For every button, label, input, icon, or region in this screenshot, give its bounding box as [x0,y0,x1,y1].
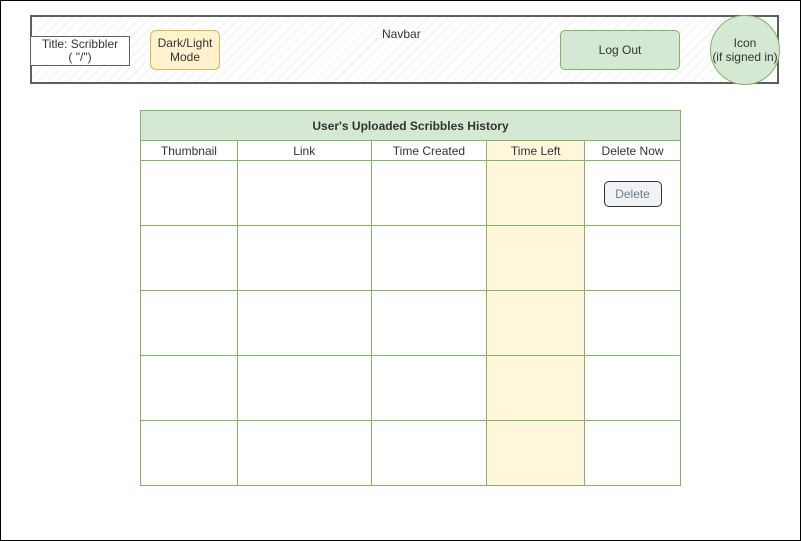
time-left-cell [486,290,586,356]
time-left-cell [486,420,586,486]
time-created-cell [370,160,488,226]
delete-now-cell [584,290,681,356]
column-header-delete-now: Delete Now [584,140,681,161]
site-title-route: ( "/") [68,50,92,64]
logout-button-label: Log Out [598,43,642,57]
theme-toggle-label-line1: Dark/Light [157,36,213,50]
table-row: Delete [140,160,681,226]
history-header-row: Thumbnail Link Time Created Time Left De… [140,140,681,161]
time-left-cell [486,225,586,291]
avatar-label-line2: (if signed in) [712,50,778,64]
thumbnail-cell [140,355,238,421]
delete-now-cell [584,225,681,291]
table-row [140,290,681,356]
table-row [140,420,681,486]
navbar-label: Navbar [382,27,421,41]
column-header-time-left: Time Left [486,140,586,161]
delete-now-cell [584,420,681,486]
table-row [140,225,681,291]
avatar-label-line1: Icon [733,36,757,50]
link-cell [236,420,372,486]
delete-button[interactable]: Delete [603,181,662,207]
column-header-link: Link [236,140,372,161]
thumbnail-cell [140,420,238,486]
history-table-title: User's Uploaded Scribbles History [140,110,681,141]
delete-now-cell [584,355,681,421]
site-title[interactable]: Title: Scribbler ( "/") [30,36,130,66]
theme-toggle-button[interactable]: Dark/Light Mode [150,30,220,70]
time-created-cell [370,420,488,486]
column-header-thumbnail: Thumbnail [140,140,238,161]
time-created-cell [370,290,488,356]
thumbnail-cell [140,160,238,226]
link-cell [236,290,372,356]
table-row [140,355,681,421]
logout-button[interactable]: Log Out [560,30,680,70]
history-table: User's Uploaded Scribbles History Thumbn… [140,110,681,488]
delete-now-cell: Delete [584,160,681,226]
time-created-cell [370,355,488,421]
history-grid: Thumbnail Link Time Created Time Left De… [140,140,681,486]
theme-toggle-label-line2: Mode [169,50,201,64]
time-created-cell [370,225,488,291]
time-left-cell [486,355,586,421]
column-header-time-created: Time Created [370,140,488,161]
thumbnail-cell [140,225,238,291]
link-cell [236,225,372,291]
link-cell [236,355,372,421]
thumbnail-cell [140,290,238,356]
time-left-cell [486,160,586,226]
link-cell [236,160,372,226]
user-avatar-icon[interactable]: Icon (if signed in) [710,15,780,85]
